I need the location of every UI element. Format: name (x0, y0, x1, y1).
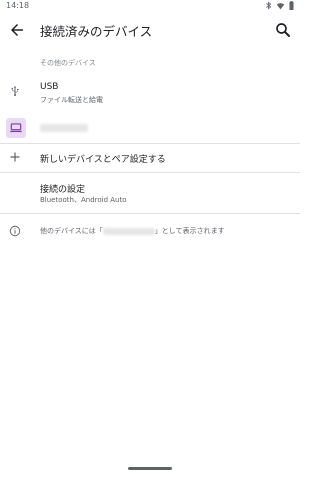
connection-preferences-subtitle: Bluetooth、Android Auto (40, 196, 127, 204)
usb-title: USB (40, 82, 59, 92)
connection-preferences-row[interactable]: 接続の設定 Bluetooth、Android Auto (0, 178, 300, 210)
visible-as-info-prefix: 他のデバイスには「 (40, 227, 103, 235)
info-icon (9, 225, 21, 237)
device-name-redacted (102, 227, 155, 235)
search-icon[interactable] (274, 21, 292, 39)
gesture-navigation-bar[interactable] (128, 467, 172, 470)
visible-as-info-row: 他のデバイスには「 」として表示されます (0, 222, 300, 240)
connection-preferences-title: 接続の設定 (40, 185, 86, 195)
visible-as-info-suffix: 」として表示されます (154, 227, 225, 235)
divider (0, 143, 300, 144)
status-bar: 14:18 (0, 0, 300, 12)
status-icons (265, 1, 294, 10)
divider (0, 213, 300, 214)
plus-icon (10, 152, 20, 162)
section-header-other-devices: その他のデバイス (40, 59, 96, 67)
usb-icon (11, 86, 19, 96)
visible-as-info-text: 他のデバイスには「 」として表示されます (40, 226, 225, 236)
battery-icon (289, 1, 294, 10)
page-title: 接続済みのデバイス (40, 24, 153, 39)
usb-row[interactable]: USB ファイル転送と給電 (0, 78, 300, 110)
back-arrow-icon[interactable] (8, 21, 26, 39)
wifi-icon (276, 2, 285, 9)
app-bar: 接続済みのデバイス (0, 12, 300, 48)
status-time: 14:18 (6, 1, 30, 10)
divider (0, 172, 300, 173)
device-name-redacted (40, 124, 88, 132)
pair-new-device-label: 新しいデバイスとペア設定する (40, 155, 166, 165)
laptop-icon (6, 118, 26, 138)
pair-new-device-row[interactable]: 新しいデバイスとペア設定する (0, 146, 300, 170)
bluetooth-icon (266, 1, 272, 10)
usb-subtitle: ファイル転送と給電 (40, 96, 103, 104)
connected-device-row[interactable] (0, 115, 300, 141)
